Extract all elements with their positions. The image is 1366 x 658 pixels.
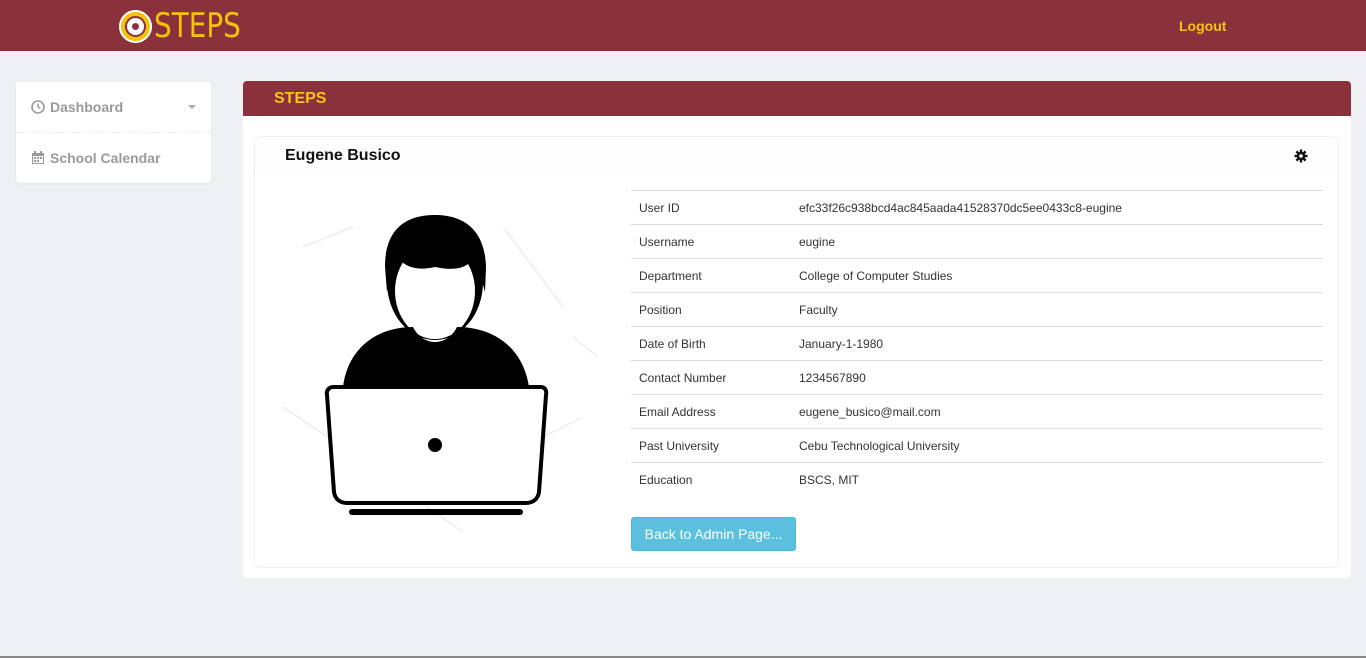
gear-icon[interactable] [1294, 149, 1308, 163]
profile-name: Eugene Busico [285, 147, 401, 164]
field-value: eugene_busico@mail.com [791, 394, 1323, 429]
field-value: Cebu Technological University [791, 428, 1323, 463]
field-label: Education [631, 462, 791, 497]
field-label: Past University [631, 428, 791, 463]
sidebar-item-school-calendar[interactable]: School Calendar [16, 132, 211, 182]
field-value: Faculty [791, 292, 1323, 327]
top-navbar: STEPS Logout [0, 0, 1366, 51]
back-to-admin-button[interactable]: Back to Admin Page... [631, 517, 796, 551]
panel-header: STEPS [243, 81, 1351, 116]
field-value: BSCS, MIT [791, 462, 1323, 497]
panel-title: STEPS [274, 89, 327, 107]
table-row: Email Address eugene_busico@mail.com [631, 394, 1323, 429]
table-row: Username eugine [631, 224, 1323, 259]
calendar-icon [31, 150, 45, 165]
profile-card-header: Eugene Busico [255, 137, 1338, 173]
table-row: Position Faculty [631, 292, 1323, 327]
person-laptop-icon [282, 215, 599, 533]
field-label: User ID [631, 190, 791, 225]
sidebar-item-label: Dashboard [50, 99, 124, 115]
table-row: User ID efc33f26c938bcd4ac845aada41528370… [631, 190, 1323, 225]
field-value: efc33f26c938bcd4ac845aada41528370dc5ee04… [791, 190, 1323, 225]
field-value: College of Computer Studies [791, 258, 1323, 293]
profile-card: Eugene Busico User ID efc33f26c938bcd4ac… [255, 137, 1338, 567]
field-label: Department [631, 258, 791, 293]
sidebar-item-dashboard[interactable]: Dashboard [16, 82, 211, 132]
chevron-down-icon [188, 105, 196, 109]
sidebar: Dashboard School Calendar [16, 82, 211, 183]
table-row: Department College of Computer Studies [631, 258, 1323, 293]
table-row: Date of Birth January-1-1980 [631, 326, 1323, 361]
clock-icon [31, 100, 45, 114]
logout-link[interactable]: Logout [1179, 18, 1226, 34]
field-value: January-1-1980 [791, 326, 1323, 361]
field-label: Contact Number [631, 360, 791, 395]
field-value: 1234567890 [791, 360, 1323, 395]
field-label: Email Address [631, 394, 791, 429]
field-label: Date of Birth [631, 326, 791, 361]
field-label: Username [631, 224, 791, 259]
user-avatar [273, 187, 603, 542]
table-row: Education BSCS, MIT [631, 462, 1323, 497]
profile-details-table: User ID efc33f26c938bcd4ac845aada41528370… [631, 190, 1323, 497]
field-label: Position [631, 292, 791, 327]
brand-logo[interactable]: STEPS [119, 7, 260, 45]
brand-name: STEPS [154, 6, 241, 46]
sidebar-item-label: School Calendar [50, 149, 161, 166]
main-panel: STEPS Eugene Busico User ID efc33f26c938… [243, 81, 1351, 578]
table-row: Past University Cebu Technological Univer… [631, 428, 1323, 463]
field-value: eugine [791, 224, 1323, 259]
table-row: Contact Number 1234567890 [631, 360, 1323, 395]
school-seal-icon [119, 9, 152, 43]
